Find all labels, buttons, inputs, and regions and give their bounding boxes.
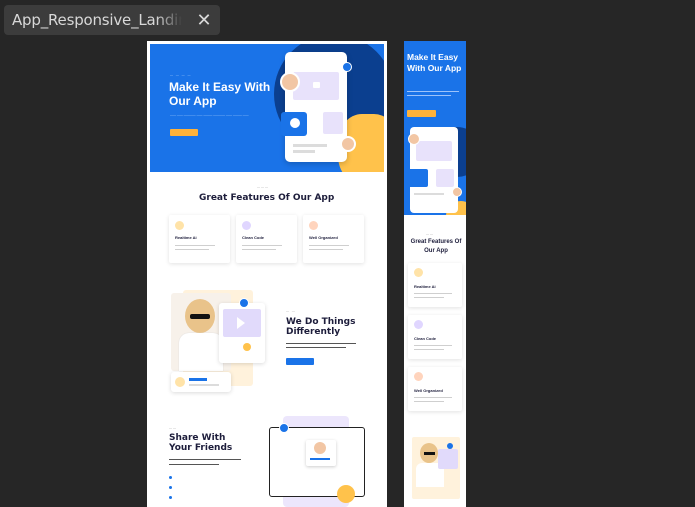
share-title: Share With Your Friends (169, 433, 233, 453)
video-card (219, 303, 265, 363)
mobile-feature-card: Clean Code (408, 315, 462, 359)
phone-mockup (281, 52, 347, 162)
mobile-preview: Make It Easy With Our App —— Great Featu… (404, 41, 466, 507)
about-button[interactable] (286, 358, 314, 365)
mobile-hero-button[interactable] (407, 110, 436, 117)
mobile-feature-card: Well Organized (408, 367, 462, 411)
mobile-feature-card: Realtime Ai (408, 263, 462, 307)
file-tab[interactable]: App_Responsive_Landing ✕ (4, 5, 220, 35)
tab-title: App_Responsive_Landing (12, 11, 182, 29)
mobile-hero-section: Make It Easy With Our App (404, 41, 466, 215)
avatar (340, 136, 356, 152)
desktop-preview: — — — — Make It Easy With Our App —— —— … (147, 41, 387, 507)
feature-card: Well Organized (303, 215, 364, 263)
feature-card: Clean Code (236, 215, 297, 263)
lock-icon (313, 82, 320, 88)
hero-title: Make It Easy With Our App (169, 80, 271, 108)
close-icon[interactable]: ✕ (194, 10, 214, 30)
mobile-hero-title: Make It Easy With Our App (407, 52, 462, 73)
about-title: We Do Things Differently (286, 317, 356, 337)
features-title: Great Features Of Our App (199, 193, 335, 203)
search-icon (342, 62, 352, 72)
hero-button[interactable] (170, 129, 198, 136)
hero-subtitle: —— —— ———— —— ——— ———— —— ——— —— (170, 113, 249, 117)
avatar (280, 72, 300, 92)
play-icon[interactable] (237, 317, 245, 329)
hero-section: — — — — Make It Easy With Our App —— —— … (150, 44, 384, 172)
stats-card (171, 372, 231, 392)
feature-card: Realtime Ai (169, 215, 230, 263)
mobile-features-title: Great Features Of Our App (410, 239, 462, 254)
